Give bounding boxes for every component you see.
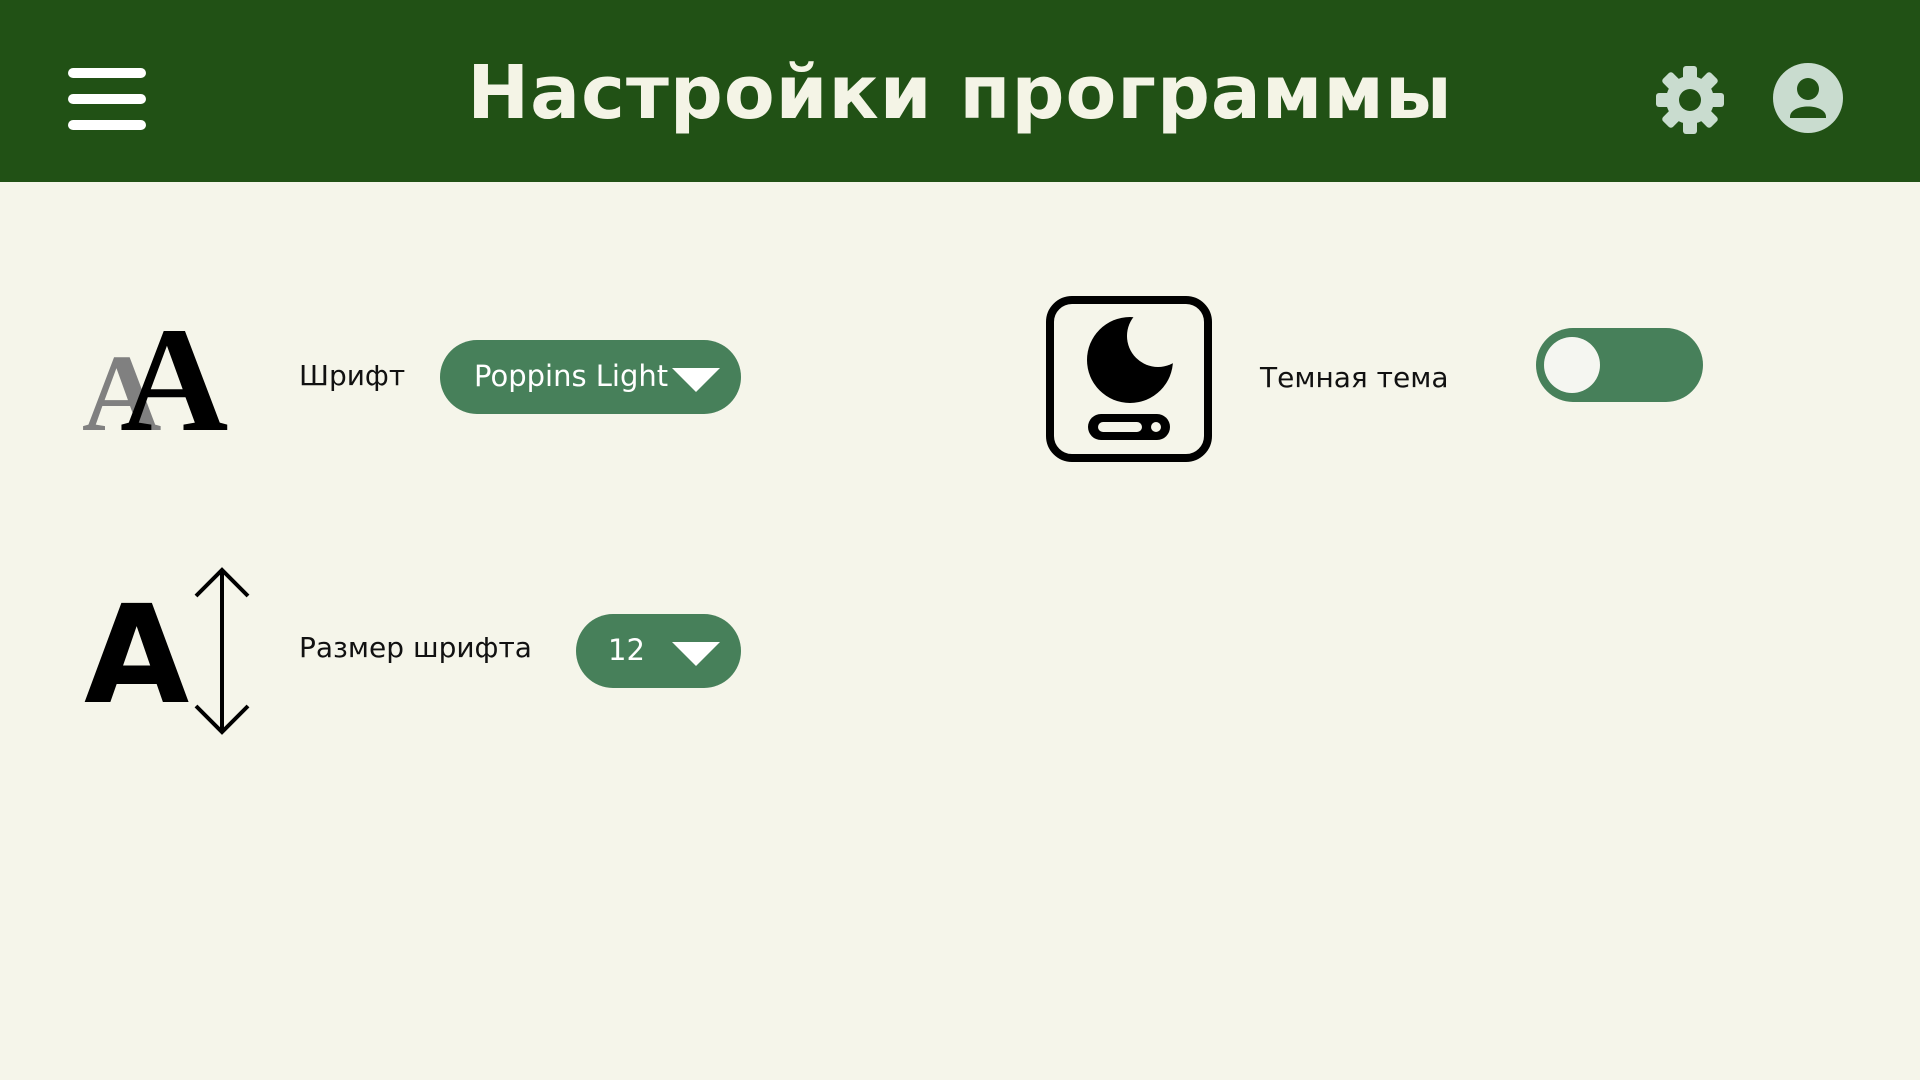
- font-dropdown[interactable]: Poppins Light: [440, 340, 741, 414]
- font-family-icon: A A: [80, 297, 255, 463]
- chevron-down-icon: [672, 642, 720, 666]
- user-profile-icon: [1773, 63, 1843, 133]
- font-size-icon: A: [84, 566, 254, 736]
- toggle-knob: [1544, 337, 1600, 393]
- page-title: Настройки программы: [467, 50, 1453, 136]
- font-label: Шрифт: [299, 359, 406, 392]
- gear-icon: [1656, 66, 1724, 134]
- dark-mode-icon: [1046, 296, 1212, 462]
- dark-theme-toggle[interactable]: [1536, 328, 1703, 402]
- dark-theme-label: Темная тема: [1260, 361, 1449, 394]
- svg-text:A: A: [120, 316, 228, 436]
- font-size-dropdown-value: 12: [608, 633, 645, 667]
- app-header: Настройки программы: [0, 0, 1920, 182]
- settings-button[interactable]: [1652, 62, 1728, 138]
- font-dropdown-value: Poppins Light: [474, 359, 669, 393]
- font-size-dropdown[interactable]: 12: [576, 614, 741, 688]
- chevron-down-icon: [672, 368, 720, 392]
- font-size-label: Размер шрифта: [299, 631, 532, 664]
- profile-button[interactable]: [1772, 62, 1844, 134]
- svg-text:A: A: [84, 577, 189, 735]
